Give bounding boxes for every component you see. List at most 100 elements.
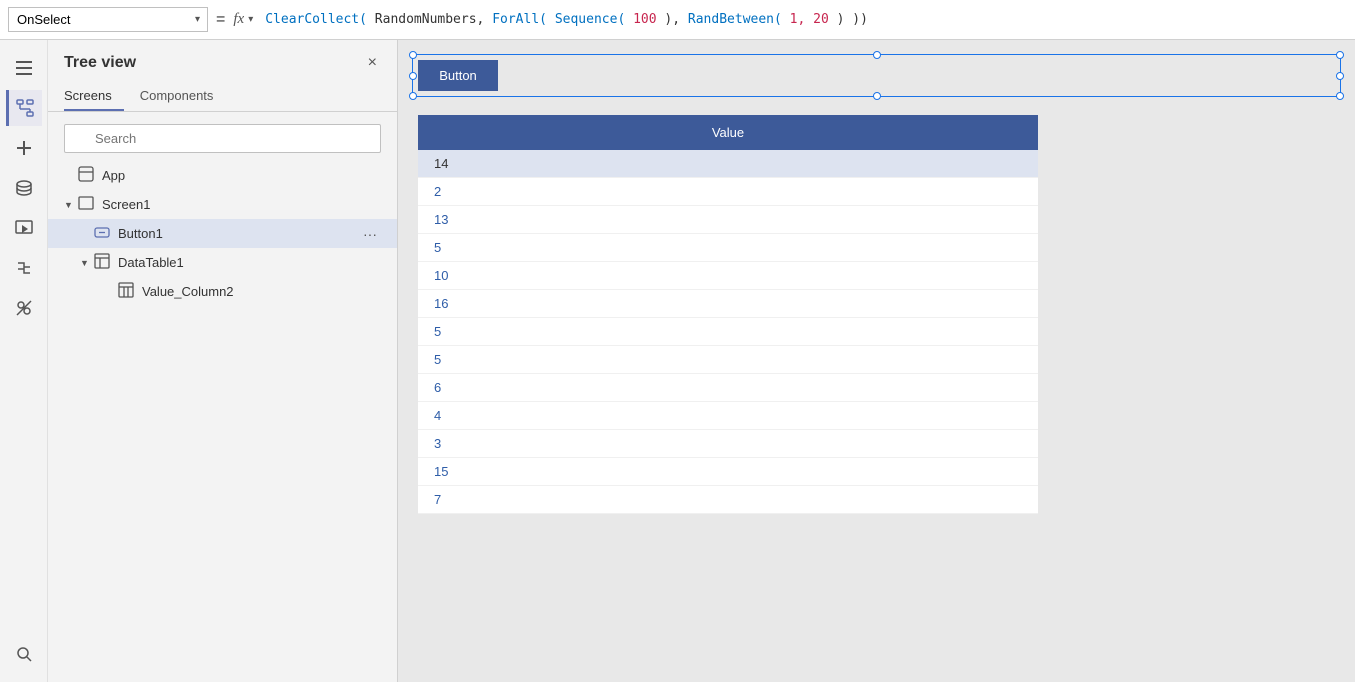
tree-item-value-column2[interactable]: Value_Column2 [48, 277, 397, 306]
tree-item-value-column2-label: Value_Column2 [142, 284, 381, 299]
table-body: 142135101655643157 [418, 150, 1038, 514]
handle-mr[interactable] [1336, 72, 1344, 80]
selection-border [412, 54, 1341, 97]
indent-column [64, 284, 104, 299]
handle-br[interactable] [1336, 92, 1344, 100]
table-row: 16 [418, 290, 1038, 318]
screen-icon [78, 195, 96, 214]
search-wrapper [64, 124, 381, 153]
table-cell-value: 7 [418, 486, 1038, 514]
handle-tl[interactable] [409, 51, 417, 59]
tree-item-app[interactable]: App [48, 161, 397, 190]
tree-header: Tree view × [48, 40, 397, 82]
tree-panel: Tree view × Screens Components App [48, 40, 398, 682]
handle-bc[interactable] [873, 92, 881, 100]
formula-clearcollect: ClearCollect( [265, 12, 367, 27]
chevron-screen1: ▼ [64, 200, 78, 210]
table-row: 14 [418, 150, 1038, 178]
tree-item-screen1-label: Screen1 [102, 197, 381, 212]
table-row: 10 [418, 262, 1038, 290]
datatable-icon [94, 253, 112, 272]
fx-icon: fx [233, 11, 244, 28]
chevron-datatable1: ▼ [80, 258, 94, 268]
tree-item-screen1[interactable]: ▼ Screen1 [48, 190, 397, 219]
nav-media[interactable] [6, 210, 42, 246]
equals-sign: = [216, 11, 225, 29]
tree-item-button1[interactable]: Button1 ··· [48, 219, 397, 248]
canvas-button[interactable]: Button [418, 60, 498, 91]
chevron-button1 [80, 228, 94, 239]
indent-datatable [64, 255, 80, 270]
chevron-app [64, 170, 78, 181]
table-row: 2 [418, 178, 1038, 206]
close-button[interactable]: × [364, 52, 381, 74]
nav-tools[interactable] [6, 250, 42, 286]
table-cell-value: 2 [418, 178, 1038, 206]
formula-close1: ), [664, 12, 680, 27]
canvas-button-wrapper: Button [418, 60, 1335, 91]
left-nav [0, 40, 48, 682]
table-cell-value: 5 [418, 346, 1038, 374]
formula-randbetween: RandBetween( [680, 12, 782, 27]
table-row: 4 [418, 402, 1038, 430]
table-cell-value: 15 [418, 458, 1038, 486]
table-row: 5 [418, 234, 1038, 262]
tree-title: Tree view [64, 54, 136, 72]
table-row: 13 [418, 206, 1038, 234]
more-options-button[interactable]: ··· [359, 226, 381, 242]
canvas-data-table: Value 142135101655643157 [418, 115, 1038, 514]
formula-bar[interactable]: ClearCollect( RandomNumbers, ForAll( Seq… [261, 8, 1347, 31]
chevron-column [104, 286, 118, 297]
app-icon [78, 166, 96, 185]
tab-screens[interactable]: Screens [64, 82, 124, 111]
table-cell-value: 3 [418, 430, 1038, 458]
formula-20: 20 [805, 12, 828, 27]
formula-close2: ) )) [829, 12, 868, 27]
search-box-wrapper [48, 120, 397, 161]
nav-data[interactable] [6, 170, 42, 206]
table-row: 5 [418, 346, 1038, 374]
formula-1: 1, [782, 12, 805, 27]
property-select-wrapper: OnSelect ▾ [8, 7, 208, 32]
button1-icon [94, 224, 112, 243]
table-cell-value: 13 [418, 206, 1038, 234]
table-cell-value: 10 [418, 262, 1038, 290]
tree-item-app-label: App [102, 168, 381, 183]
table-row: 15 [418, 458, 1038, 486]
formula-100: 100 [625, 12, 664, 27]
handle-tr[interactable] [1336, 51, 1344, 59]
formula-sequence: Sequence( [547, 12, 625, 27]
tree-items: App ▼ Screen1 Button1 ··· [48, 161, 397, 682]
table-cell-value: 5 [418, 234, 1038, 262]
nav-tree-view[interactable] [6, 90, 42, 126]
handle-bl[interactable] [409, 92, 417, 100]
handle-tc[interactable] [873, 51, 881, 59]
canvas-area[interactable]: Button Value 142135101655643157 [398, 40, 1355, 682]
column-icon [118, 282, 136, 301]
formula-forall: ForAll( [492, 12, 547, 27]
table-row: 3 [418, 430, 1038, 458]
tab-components[interactable]: Components [140, 82, 226, 111]
nav-hamburger[interactable] [6, 50, 42, 86]
table-cell-value: 16 [418, 290, 1038, 318]
property-select[interactable]: OnSelect [8, 7, 208, 32]
main-area: Tree view × Screens Components App [0, 40, 1355, 682]
table-cell-value: 6 [418, 374, 1038, 402]
indent-button1 [64, 226, 80, 241]
search-input[interactable] [64, 124, 381, 153]
table-cell-value: 5 [418, 318, 1038, 346]
table-header-value: Value [418, 115, 1038, 150]
table-cell-value: 14 [418, 150, 1038, 178]
tree-item-datatable1-label: DataTable1 [118, 255, 381, 270]
nav-variables[interactable] [6, 290, 42, 326]
table-header-row: Value [418, 115, 1038, 150]
table-row: 7 [418, 486, 1038, 514]
top-bar: OnSelect ▾ = fx ▾ ClearCollect( RandomNu… [0, 0, 1355, 40]
tree-item-datatable1[interactable]: ▼ DataTable1 [48, 248, 397, 277]
nav-add[interactable] [6, 130, 42, 166]
nav-search[interactable] [6, 636, 42, 672]
handle-ml[interactable] [409, 72, 417, 80]
tree-item-button1-label: Button1 [118, 226, 359, 241]
table-row: 5 [418, 318, 1038, 346]
fx-chevron-icon: ▾ [248, 14, 253, 25]
